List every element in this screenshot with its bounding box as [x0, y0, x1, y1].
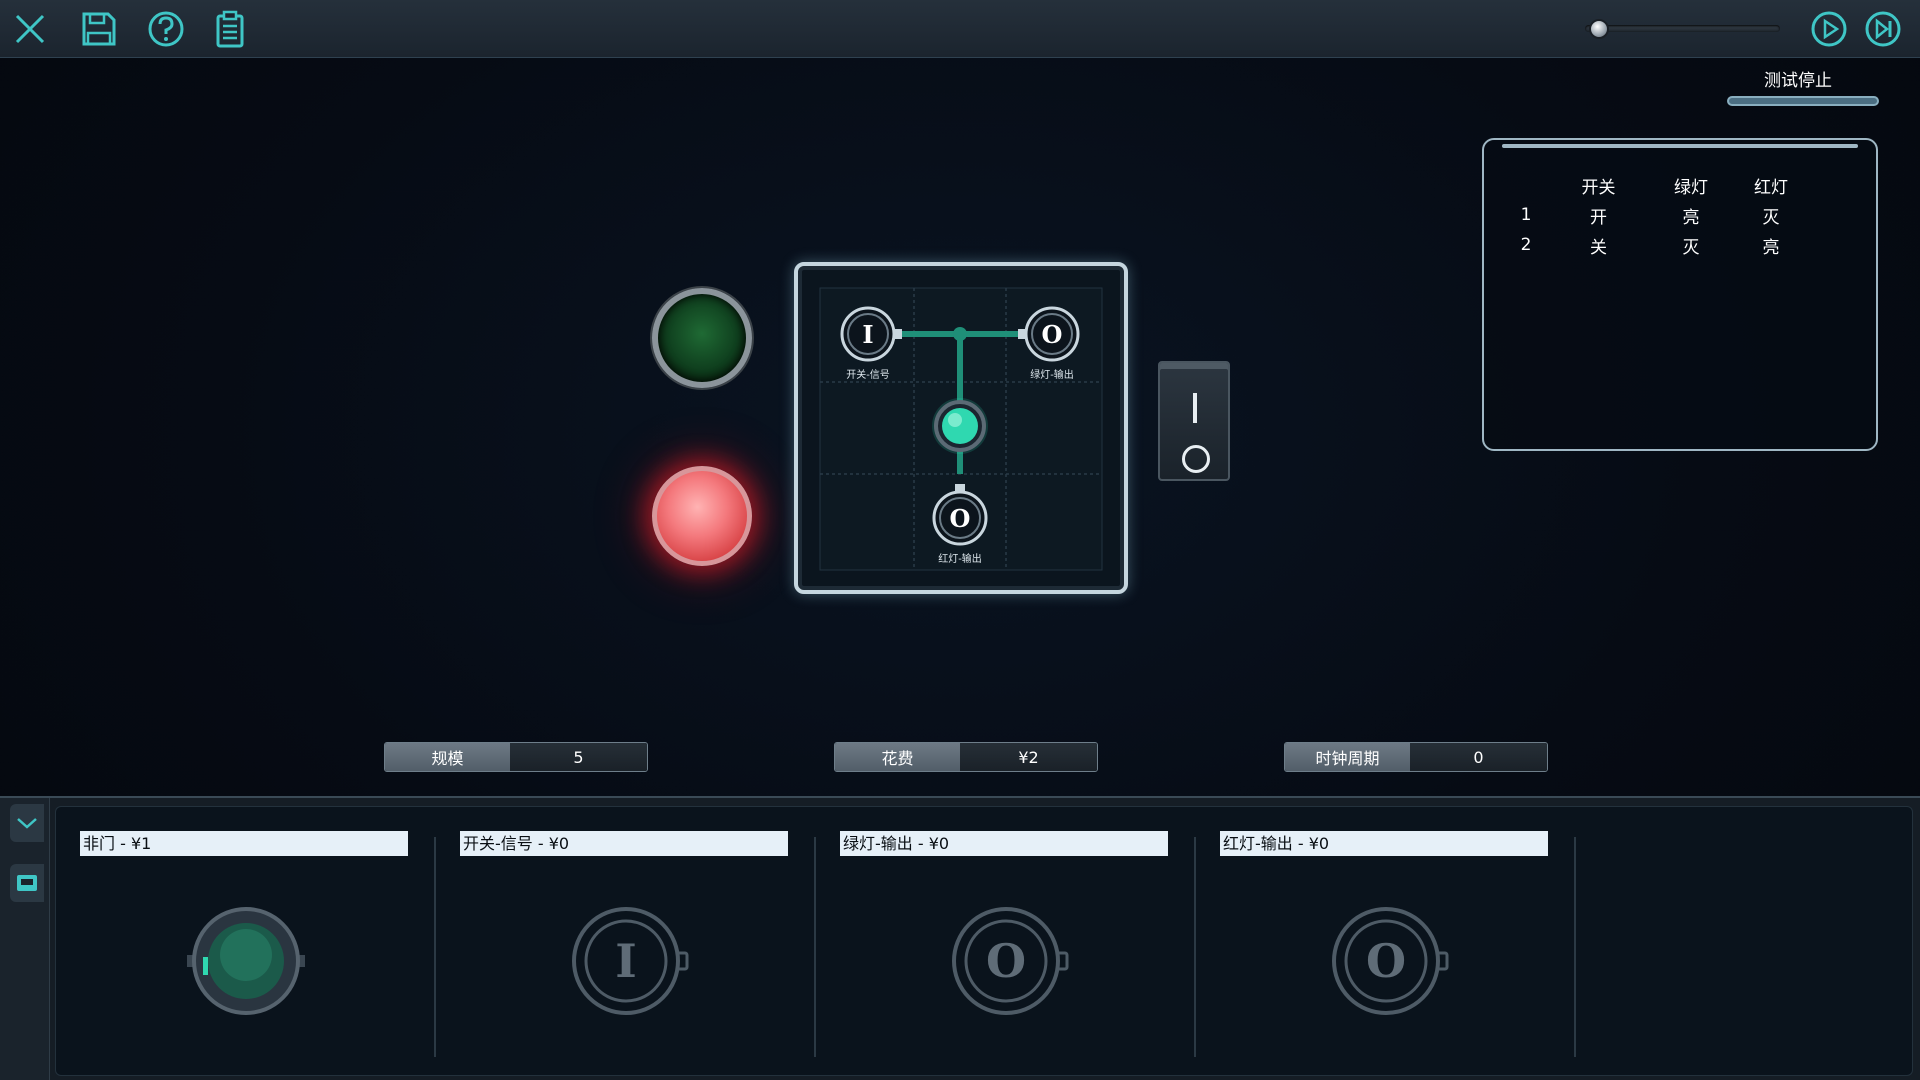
palette-item-green-output[interactable]: 绿灯-输出 - ¥0 O — [816, 807, 1196, 1072]
speed-slider-knob[interactable] — [1589, 19, 1609, 39]
test-status-text: 测试停止 — [1764, 71, 1832, 91]
node-label-green: 绿灯-输出 — [1030, 370, 1074, 381]
table-cell: 灭 — [1762, 207, 1780, 228]
svg-text:I: I — [862, 320, 873, 349]
circuit-board[interactable]: I O O 开关-信号 绿灯-输出 红灯-输出 — [794, 262, 1128, 594]
stat-cost: 花费 ¥2 — [834, 742, 1098, 772]
chevron-down-icon[interactable] — [10, 804, 44, 842]
stat-clock-value: 0 — [1410, 743, 1547, 771]
green-lamp — [652, 288, 752, 388]
palette-divider — [1574, 837, 1576, 1057]
palette-item-title: 红灯-输出 - ¥0 — [1220, 831, 1548, 856]
palette-item-not-gate[interactable]: 非门 - ¥1 — [56, 807, 436, 1072]
speed-slider[interactable] — [1585, 19, 1780, 39]
input-i-icon: I — [572, 907, 689, 1015]
step-forward-icon[interactable] — [1860, 6, 1906, 52]
stat-clock-label: 时钟周期 — [1285, 743, 1410, 771]
output-o-icon: O — [1332, 907, 1449, 1015]
switch-on-mark — [1193, 393, 1197, 423]
palette-side-tabs — [0, 798, 50, 1080]
not-gate-icon — [187, 907, 305, 1015]
svg-text:O: O — [1042, 320, 1063, 349]
truth-table-header: 开关 绿灯 红灯 — [1506, 170, 1811, 200]
circuit-grid: I O O — [819, 287, 1103, 571]
switch-off-mark — [1182, 445, 1210, 473]
stat-cost-value: ¥2 — [960, 743, 1097, 771]
table-cell: 亮 — [1762, 237, 1780, 258]
component-palette: 非门 - ¥1 开关-信号 - ¥0 I 绿灯-输出 - ¥0 O 红灯-输出 … — [55, 806, 1913, 1076]
table-cell: 2 — [1520, 235, 1532, 255]
output-o-icon: O — [952, 907, 1069, 1015]
stat-scale-label: 规模 — [385, 743, 510, 771]
red-lamp — [652, 466, 752, 566]
stat-scale: 规模 5 — [384, 742, 648, 772]
clipboard-icon[interactable] — [207, 6, 253, 52]
truth-table-panel: 开关 绿灯 红灯 1 开 亮 灭 2 关 灭 亮 — [1482, 138, 1878, 451]
header-index — [1506, 170, 1546, 200]
table-cell: 开 — [1590, 207, 1607, 228]
table-cell: 亮 — [1682, 207, 1700, 228]
table-cell: 关 — [1590, 237, 1607, 258]
wire-junction — [953, 327, 967, 341]
component-palette-area: 非门 - ¥1 开关-信号 - ¥0 I 绿灯-输出 - ¥0 O 红灯-输出 … — [0, 796, 1920, 1080]
palette-item-red-output[interactable]: 红灯-输出 - ¥0 O — [1196, 807, 1576, 1072]
palette-item-title: 开关-信号 - ¥0 — [460, 831, 788, 856]
table-row: 2 关 灭 亮 — [1506, 230, 1811, 260]
header-switch: 开关 — [1581, 177, 1616, 198]
components-tab-icon[interactable] — [10, 864, 44, 902]
not-gate-node[interactable] — [932, 398, 988, 454]
stat-cost-label: 花费 — [835, 743, 960, 771]
test-progress-bar — [1727, 96, 1879, 106]
save-icon[interactable] — [76, 6, 122, 52]
palette-item-title: 非门 - ¥1 — [80, 831, 408, 856]
table-cell: 1 — [1520, 205, 1532, 225]
node-label-red: 红灯-输出 — [938, 554, 982, 565]
palette-item-switch-signal[interactable]: 开关-信号 - ¥0 I — [436, 807, 816, 1072]
toggle-switch[interactable] — [1158, 361, 1230, 481]
table-cell: 灭 — [1682, 237, 1700, 258]
header-red-lamp: 红灯 — [1754, 177, 1788, 198]
table-row: 1 开 亮 灭 — [1506, 200, 1811, 230]
svg-text:O: O — [986, 934, 1026, 988]
top-toolbar — [0, 0, 1920, 58]
palette-item-title: 绿灯-输出 - ¥0 — [840, 831, 1168, 856]
stat-clock: 时钟周期 0 — [1284, 742, 1548, 772]
svg-text:O: O — [950, 504, 971, 533]
stat-scale-value: 5 — [510, 743, 647, 771]
close-icon[interactable] — [7, 6, 53, 52]
header-green-lamp: 绿灯 — [1674, 177, 1708, 198]
play-icon[interactable] — [1806, 6, 1852, 52]
node-label-switch: 开关-信号 — [846, 370, 890, 381]
help-icon[interactable] — [143, 6, 189, 52]
svg-text:I: I — [615, 934, 637, 988]
svg-text:O: O — [1366, 934, 1406, 988]
truth-table: 开关 绿灯 红灯 1 开 亮 灭 2 关 灭 亮 — [1506, 170, 1811, 260]
